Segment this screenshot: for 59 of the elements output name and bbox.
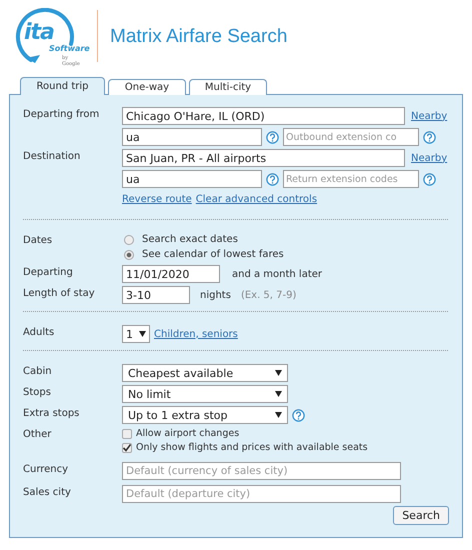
text-link[interactable]: Children, seniors [154,328,238,340]
field-label: Length of stay [23,288,95,299]
logo-text: Software [49,44,90,53]
option-label: See calendar of lowest fares [142,249,284,260]
text-field[interactable]: Default (currency of sales city) [122,462,401,480]
page-title: Matrix Airfare Search [110,25,288,48]
logo-text: ita [24,20,54,45]
option-label: Only show flights and prices with available seats [136,442,368,453]
nearby-link[interactable]: Nearby [411,152,448,164]
help-icon[interactable] [266,172,279,186]
tab[interactable]: Round trip [20,77,105,95]
field-label: Dates [23,235,52,246]
checkbox[interactable] [122,442,132,452]
location-field[interactable]: Chicago O'Hare, IL (ORD) [122,107,405,125]
carrier-field[interactable]: ua [122,170,262,188]
field-label: Departing [23,267,73,278]
help-icon[interactable] [292,408,305,422]
caret-icon [275,370,282,376]
location-field[interactable]: San Juan, PR - All airports [122,149,405,167]
caret-icon [275,412,282,418]
extension-field[interactable]: Return extension codes [283,170,419,188]
field-label: Currency [23,464,68,475]
dropdown[interactable]: Cheapest available [122,364,288,382]
field-label: Adults [23,327,54,338]
checkbox[interactable] [122,428,132,438]
example-hint: (Ex. 5, 7-9) [240,290,296,300]
dropdown[interactable]: Up to 1 extra stop [122,406,288,424]
help-icon[interactable] [266,130,279,144]
stay-field[interactable]: 3-10 [122,286,190,304]
nearby-link[interactable]: Nearby [411,110,448,122]
text-link[interactable]: Reverse route [122,194,192,205]
tab[interactable]: One-way [108,79,186,95]
field-label: Cabin [23,366,52,377]
field-label: Departing from [23,109,100,120]
field-label: Sales city [23,487,71,498]
field-label: Extra stops [23,408,80,419]
check-icon [122,442,131,452]
help-icon[interactable] [423,172,436,186]
field-label: Stops [23,387,51,398]
text-field[interactable]: Default (departure city) [122,485,401,503]
option-label: Search exact dates [142,234,238,245]
field-label: Other [23,429,52,440]
text-link[interactable]: Clear advanced controls [196,194,318,205]
caret-icon [275,391,282,397]
caret-icon [139,331,146,337]
date-note: and a month later [232,268,322,280]
count-select[interactable]: 1 [122,325,150,343]
carrier-field[interactable]: ua [122,128,262,146]
radio-button[interactable] [124,250,134,260]
tab[interactable]: Multi-city [189,79,267,95]
date-field[interactable]: 11/01/2020 [122,265,220,283]
help-icon[interactable] [423,130,436,144]
field-label: Destination [23,151,80,162]
option-label: Allow airport changes [136,428,240,439]
extension-field[interactable]: Outbound extension co [283,128,419,146]
dropdown[interactable]: No limit [122,385,288,403]
unit-label: nights [200,290,231,300]
search-button[interactable]: Search [393,506,449,525]
radio-button[interactable] [124,234,134,244]
